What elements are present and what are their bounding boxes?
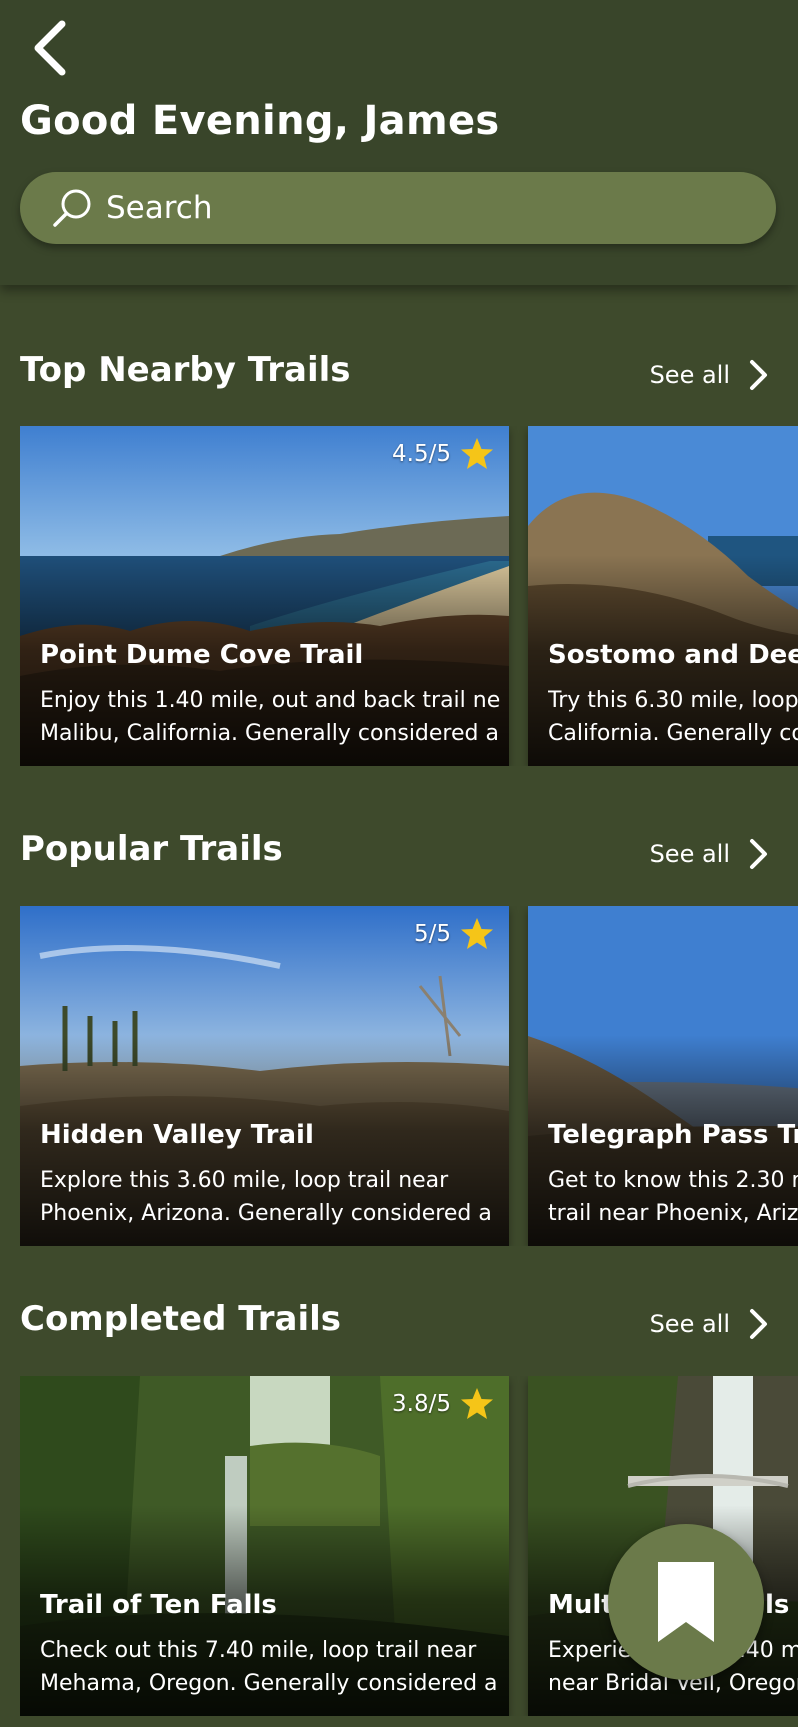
trail-description: Get to know this 2.30 mi trail near Phoe… — [548, 1164, 798, 1230]
search-input[interactable] — [104, 189, 748, 227]
rating-value: 3.8/5 — [392, 1391, 451, 1417]
section-title-popular: Popular Trails — [20, 829, 283, 869]
trail-card-hidden-valley[interactable]: 5/5 Hidden Valley Trail Explore this 3.6… — [20, 906, 509, 1246]
chevron-right-icon — [750, 839, 767, 869]
trail-description: Try this 6.30 mile, loop tr California. … — [548, 684, 798, 750]
trail-card-ten-falls[interactable]: 3.8/5 Trail of Ten Falls Check out this … — [20, 1376, 509, 1716]
description-line: Check out this 7.40 mile, loop trail nea… — [40, 1638, 477, 1663]
rating-value: 5/5 — [413, 921, 451, 947]
chevron-right-icon — [750, 360, 767, 390]
trail-description: Enjoy this 1.40 mile, out and back trail… — [40, 684, 500, 750]
popular-carousel[interactable]: 5/5 Hidden Valley Trail Explore this 3.6… — [20, 906, 798, 1246]
description-line: Malibu, California. Generally considered… — [40, 721, 500, 746]
bookmark-icon — [658, 1562, 714, 1642]
rating-badge: 3.8/5 — [392, 1386, 495, 1422]
back-button[interactable] — [28, 18, 76, 78]
chevron-right-icon — [750, 1309, 767, 1339]
description-line: Explore this 3.60 mile, loop trail near — [40, 1168, 449, 1193]
see-all-popular[interactable]: See all — [650, 837, 770, 871]
see-all-label: See all — [649, 840, 730, 868]
trail-card-point-dume[interactable]: 4.5/5 Point Dume Cove Trail Enjoy this 1… — [20, 426, 509, 766]
trail-name: Telegraph Pass Tra — [548, 1120, 798, 1150]
trail-card-sostomo[interactable]: Sostomo and Deer Try this 6.30 mile, loo… — [528, 426, 798, 766]
star-icon — [461, 1388, 493, 1419]
see-all-label: See all — [649, 1310, 730, 1338]
trail-description: Check out this 7.40 mile, loop trail nea… — [40, 1634, 500, 1700]
description-line: Get to know this 2.30 mi — [548, 1168, 798, 1193]
section-title-completed: Completed Trails — [20, 1299, 341, 1339]
star-icon — [461, 918, 493, 949]
trail-name: Point Dume Cove Trail — [40, 640, 364, 670]
rating-value: 4.5/5 — [392, 441, 451, 467]
star-icon — [461, 438, 493, 469]
description-line: California. Generally con — [548, 721, 798, 746]
see-all-completed[interactable]: See all — [650, 1307, 770, 1341]
search-bar[interactable] — [20, 172, 776, 244]
trail-description: Explore this 3.60 mile, loop trail near … — [40, 1164, 500, 1230]
top-nearby-carousel[interactable]: 4.5/5 Point Dume Cove Trail Enjoy this 1… — [20, 426, 798, 766]
search-icon — [53, 189, 91, 227]
description-line: Try this 6.30 mile, loop tr — [548, 688, 798, 713]
section-title-top-nearby: Top Nearby Trails — [20, 350, 351, 390]
description-line: Enjoy this 1.40 mile, out and back trail… — [40, 688, 500, 713]
see-all-top-nearby[interactable]: See all — [650, 358, 770, 392]
greeting-title: Good Evening, James — [20, 98, 500, 144]
trail-name: Hidden Valley Trail — [40, 1120, 314, 1150]
see-all-label: See all — [649, 361, 730, 389]
rating-badge: 4.5/5 — [392, 436, 495, 472]
description-line: trail near Phoenix, Arizon — [548, 1201, 798, 1226]
trail-card-telegraph-pass[interactable]: Telegraph Pass Tra Get to know this 2.30… — [528, 906, 798, 1246]
description-line: Mehama, Oregon. Generally considered a — [40, 1671, 498, 1696]
trail-name: Sostomo and Deer — [548, 640, 798, 670]
header: Good Evening, James — [0, 0, 798, 285]
trail-name: Trail of Ten Falls — [40, 1590, 277, 1620]
rating-badge: 5/5 — [414, 916, 495, 952]
bookmark-fab[interactable] — [608, 1524, 764, 1680]
back-arrow-icon — [34, 20, 66, 76]
description-line: Phoenix, Arizona. Generally considered a — [40, 1201, 492, 1226]
